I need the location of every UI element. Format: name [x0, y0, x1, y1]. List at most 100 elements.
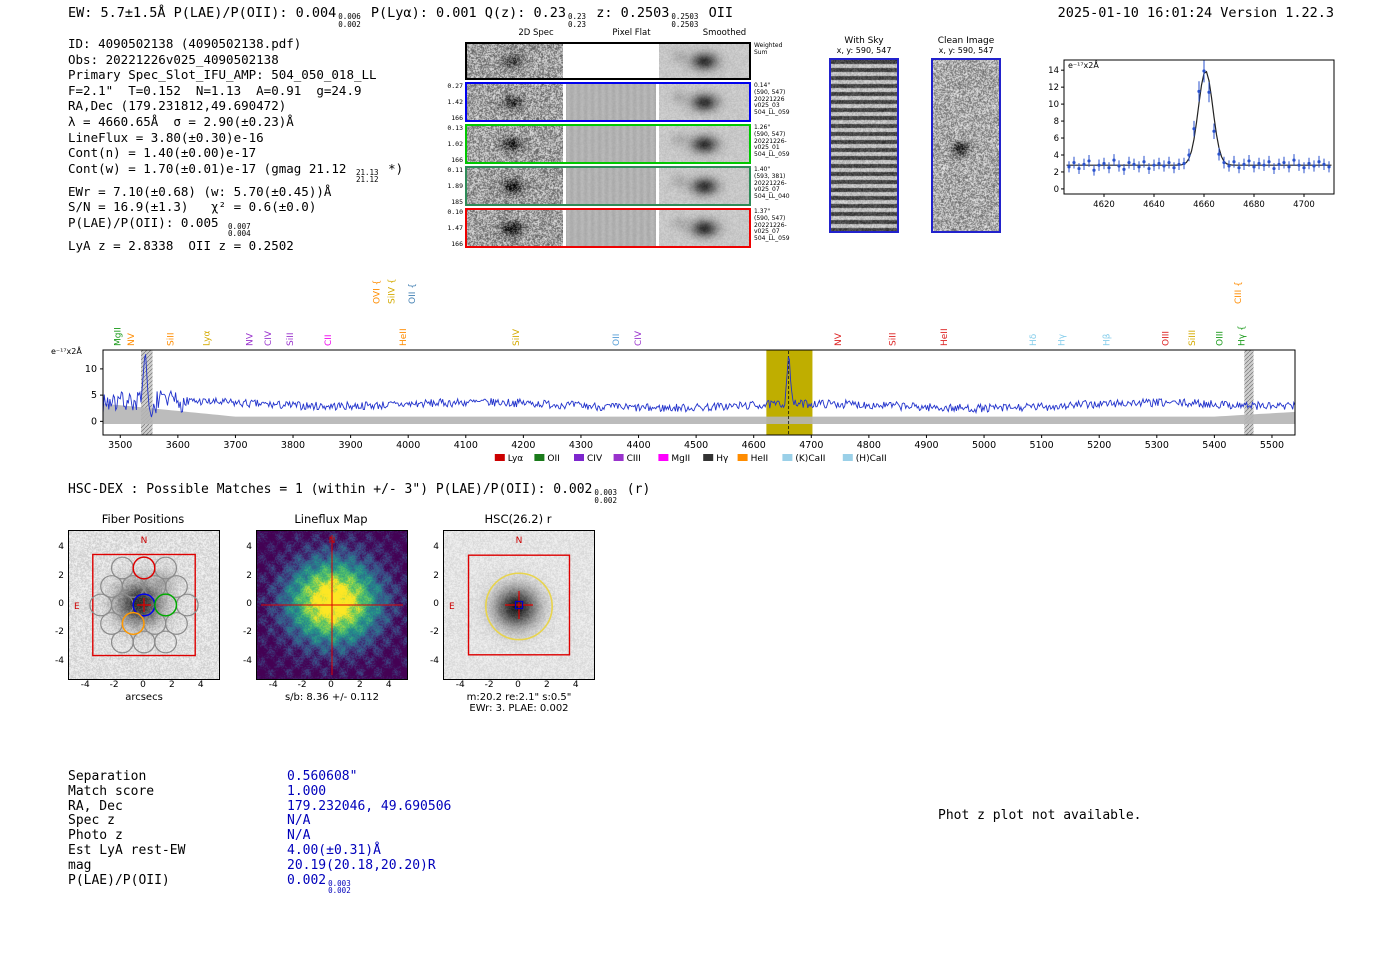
- svg-text:10: 10: [85, 364, 97, 375]
- with-sky-stamp: With Sky x, y: 590, 547: [828, 36, 900, 235]
- spec2d-row-annotation: 0.14" (590, 547) 20221226 v025_03 504_LL_059: [751, 82, 802, 122]
- fiber-positions-panel: Fiber Positions NE arcsecs -4 -4 -2 -2 0 0 2 2 4…: [44, 510, 244, 728]
- spec2d-strip-smoothed: [659, 126, 749, 162]
- lineflux-map-caption: s/b: 8.36 +/- 0.112: [284, 692, 380, 703]
- y-tick-label: 4: [433, 542, 439, 553]
- spec2d-annotation-line: 504_LL_059: [754, 109, 790, 117]
- summary-lower: 0.23: [568, 19, 587, 29]
- y-tick-label: 4: [58, 542, 64, 553]
- x-tick-label: 0: [515, 680, 521, 690]
- spec2d-row-measures: 0.13 1.02 166: [443, 124, 465, 164]
- info-text: λ = 4660.65Å σ = 2.90(±0.23)Å: [68, 113, 294, 129]
- svg-text:5500: 5500: [1260, 440, 1284, 451]
- svg-text:4: 4: [1054, 151, 1059, 161]
- emission-line-label: CIII {: [1234, 281, 1244, 304]
- info-lower: 21.12: [355, 175, 379, 185]
- spectrum-ylabel: e⁻¹⁷x2Å: [51, 345, 82, 356]
- fiber-circle: [154, 630, 178, 654]
- info-text: Cont(w) = 1.70(±0.01)e-17 (gmag 21.12: [68, 160, 354, 176]
- svg-text:4600: 4600: [742, 440, 766, 451]
- fiber-positions-title: Fiber Positions: [101, 512, 185, 526]
- summary-text: P(Lyα): 0.001 Q(z): 0.23: [362, 5, 566, 21]
- emission-line-label: Hδ: [1029, 333, 1039, 346]
- clean-image-title: Clean Image: [937, 36, 995, 46]
- y-tick-label: 4: [246, 542, 252, 553]
- info-line: LineFlux = 3.80(±0.30)e-16: [68, 130, 403, 146]
- east-label: E: [74, 602, 80, 612]
- legend-swatch: [703, 454, 714, 461]
- match-table-value: N/A: [287, 828, 311, 844]
- spec2d-measure: 166: [451, 239, 463, 248]
- spec2d-measure: 0.10: [447, 208, 463, 216]
- svg-text:5000: 5000: [972, 440, 996, 451]
- spec2d-section: 2D Spec Pixel Flat Smoothed Weighted Sum 0…: [443, 28, 803, 250]
- with-sky-image: [831, 60, 897, 231]
- spec2d-rows: Weighted Sum 0.27 1.42 166 0.14" (590, 547) 202…: [443, 42, 803, 248]
- spec2d-strip-pixelflat: [566, 210, 656, 246]
- summary-uncertainty: 0.23 0.23: [568, 13, 586, 28]
- info-line: Primary Spec_Slot_IFU_AMP: 504_050_018_L…: [68, 67, 403, 83]
- svg-text:4000: 4000: [396, 440, 420, 451]
- elixer-report-page: EW: 5.7±1.5Å P(LAE)/P(OII): 0.004 0.006 0.…: [0, 0, 1400, 953]
- info-text: EWr = 7.10(±0.68) (w: 5.70(±0.45))Å: [68, 183, 332, 199]
- info-uncertainty: 0.007 0.004: [228, 223, 251, 238]
- info-line: Cont(n) = 1.40(±0.00)e-17: [68, 145, 403, 161]
- y-tick-label: 2: [433, 570, 439, 581]
- legend-swatch: [494, 454, 505, 461]
- match-table: Separation 0.560608" Match score 1.000 RA, D…: [68, 769, 451, 896]
- match-table-row: P(LAE)/P(OII) 0.002 0.003 0.002: [68, 872, 451, 896]
- highlighted-fiber-circle: [154, 593, 178, 617]
- y-tick-label: -4: [430, 655, 439, 666]
- spec2d-measure: 0.13: [447, 124, 463, 132]
- spec2d-strip-pixelflat: [566, 126, 656, 162]
- emission-line-label: OIII: [1161, 331, 1171, 346]
- x-tick-label: 0: [328, 680, 334, 690]
- match-table-row: Photo z N/A: [68, 828, 451, 844]
- spec2d-row: 0.13 1.02 166 1.26" (590, 547) 20221226- v025_…: [443, 124, 803, 164]
- info-text: LineFlux = 3.80(±0.30)e-16: [68, 129, 264, 145]
- svg-text:6: 6: [1054, 134, 1059, 144]
- emission-line-label: SiIV: [512, 328, 522, 346]
- info-line: EWr = 7.10(±0.68) (w: 5.70(±0.45))Å: [68, 184, 403, 200]
- x-tick-label: 4: [572, 680, 579, 690]
- info-text: LyA z = 2.8338 OII z = 0.2502: [68, 237, 294, 253]
- legend-swatch: [737, 454, 748, 461]
- match-table-lower: 0.002: [328, 886, 351, 896]
- spec2d-measure: 0.11: [447, 166, 463, 174]
- hsc-match-text: HSC-DEX : Possible Matches = 1 (within +…: [68, 482, 593, 497]
- x-tick-label: 2: [356, 680, 363, 690]
- lineflux-map-title: Lineflux Map: [294, 512, 368, 526]
- full-spectrum-plot: 3500 3600 3700 3800 3900 4000 4100 4200 4300 4400…: [45, 268, 1365, 487]
- spec2d-measure: 1.42: [447, 97, 463, 106]
- svg-text:4620: 4620: [1093, 200, 1115, 210]
- spec2d-strip-pixelflat: [566, 168, 656, 204]
- spec2d-annotation-line: 504_LL_040: [754, 193, 790, 201]
- svg-text:10: 10: [1048, 100, 1059, 110]
- svg-text:3600: 3600: [166, 440, 190, 451]
- match-table-label: P(LAE)/P(OII): [68, 872, 170, 888]
- photz-note: Phot z plot not available.: [938, 808, 1142, 823]
- spec2d-strip-smoothed: [659, 168, 749, 204]
- spec2d-measure: 1.47: [447, 223, 463, 232]
- match-table-label: RA, Dec: [68, 798, 123, 814]
- svg-text:2: 2: [1054, 168, 1059, 178]
- hsc-cutout-box: NE: [443, 530, 595, 680]
- spec2d-row-strips: [465, 166, 751, 206]
- emission-line-label: SiII: [286, 332, 296, 346]
- svg-text:3500: 3500: [108, 440, 132, 451]
- emission-line-label: OII {: [408, 283, 418, 304]
- emission-line-label: HeII: [399, 328, 409, 346]
- x-tick-label: 4: [197, 680, 204, 690]
- info-uncertainty: 21.13 21.12: [356, 169, 379, 184]
- spec2d-annotation-line: 504_LL_059: [754, 235, 790, 243]
- x-tick-label: 2: [168, 680, 175, 690]
- svg-text:4200: 4200: [511, 440, 535, 451]
- spec2d-row-strips: [465, 42, 751, 80]
- legend-label: CIII: [627, 454, 641, 464]
- summary-header: EW: 5.7±1.5Å P(LAE)/P(OII): 0.004 0.006 0.…: [68, 5, 733, 28]
- info-text: P(LAE)/P(OII): 0.005: [68, 214, 227, 230]
- match-table-label: mag: [68, 857, 92, 873]
- hsc-match-text: (r): [618, 482, 651, 497]
- svg-text:4100: 4100: [454, 440, 478, 451]
- spec2d-row-strips: [465, 124, 751, 164]
